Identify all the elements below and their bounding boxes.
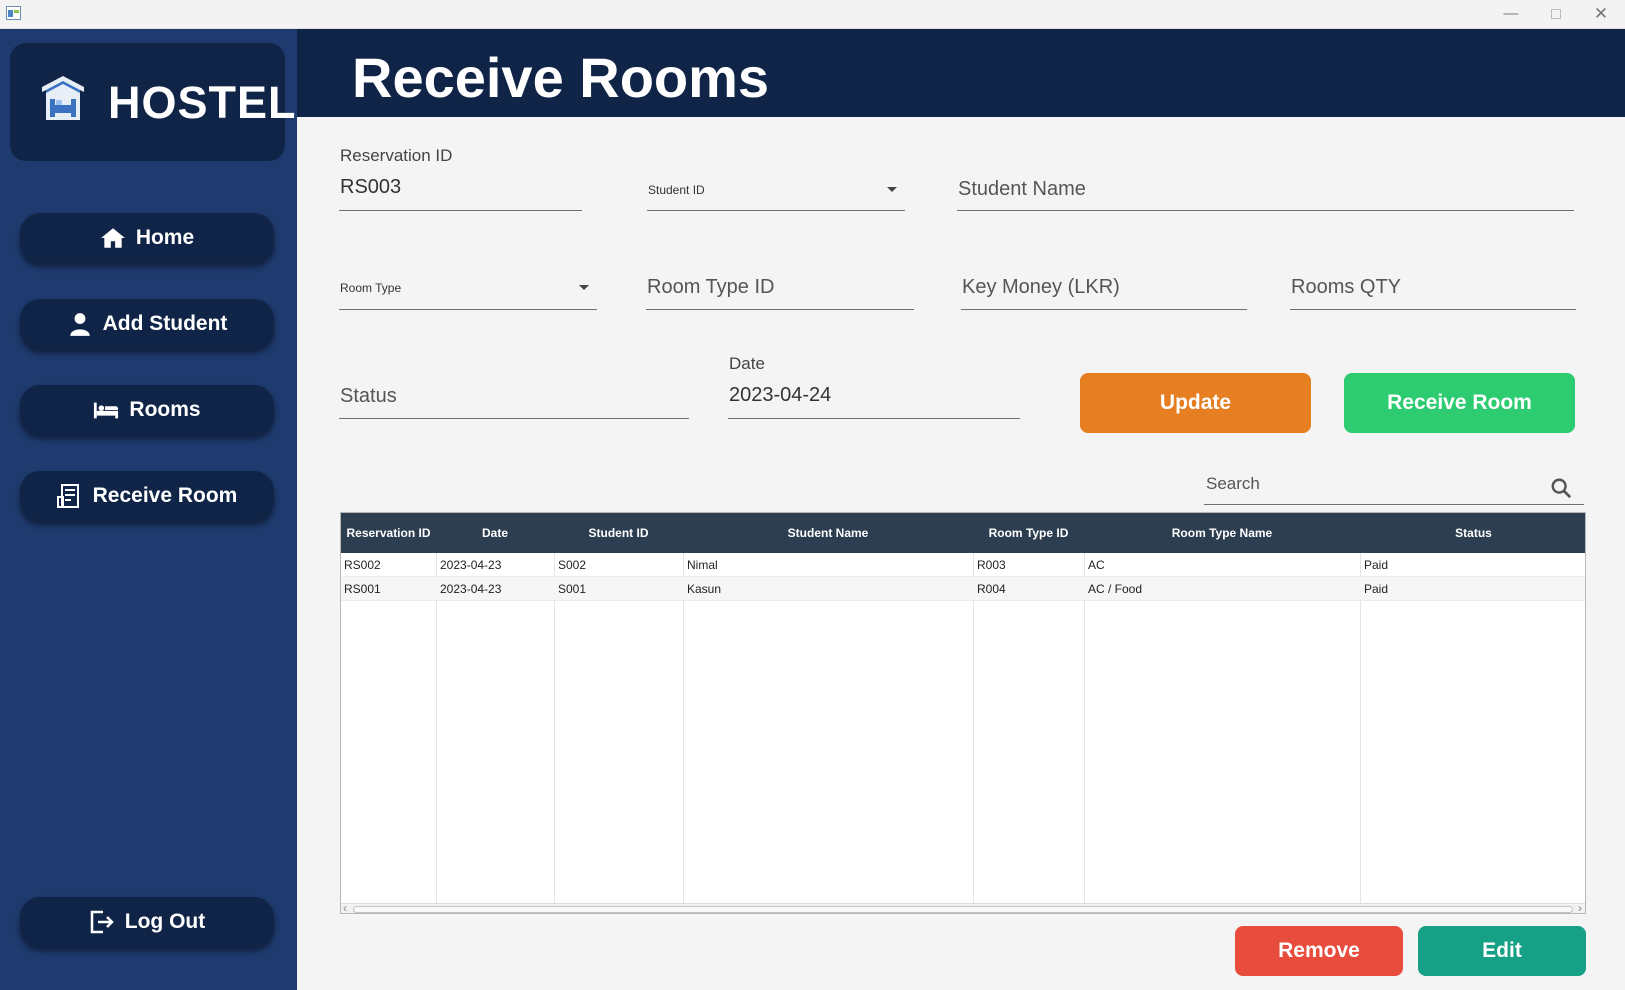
student-name-field[interactable]: Student Name — [957, 168, 1574, 211]
student-name-placeholder: Student Name — [958, 178, 1086, 200]
update-button[interactable]: Update — [1080, 373, 1311, 433]
logout-label: Log Out — [124, 910, 206, 933]
table-cell: AC / Food — [1088, 582, 1143, 596]
column-divider — [436, 553, 437, 903]
column-header[interactable]: Student Name — [683, 513, 973, 553]
room-type-select[interactable]: Room Type — [339, 268, 597, 310]
table-cell: Kasun — [687, 582, 722, 596]
reservation-id-field[interactable]: Reservation ID RS003 — [339, 145, 582, 211]
window-titlebar: — ✕ — [0, 0, 1625, 29]
logout-button[interactable]: Log Out — [20, 897, 274, 947]
close-button[interactable]: ✕ — [1578, 2, 1624, 26]
date-label: Date — [729, 354, 765, 373]
table-cell: AC — [1088, 558, 1105, 572]
search-icon[interactable] — [1550, 477, 1572, 499]
column-header[interactable]: Status — [1360, 513, 1585, 553]
logo: HOSTEL — [10, 43, 296, 161]
column-header[interactable]: Room Type Name — [1084, 513, 1360, 553]
reservation-id-label: Reservation ID — [340, 146, 453, 165]
maximize-button[interactable] — [1533, 2, 1579, 26]
column-divider — [973, 553, 974, 903]
key-money-field[interactable]: Key Money (LKR) — [961, 266, 1247, 310]
reservations-table[interactable]: Reservation ID Date Student ID Student N… — [340, 512, 1586, 914]
column-header[interactable]: Date — [436, 513, 554, 553]
scrollbar-thumb[interactable] — [353, 906, 1573, 913]
logo-text: HOSTEL — [108, 77, 297, 128]
room-type-id-placeholder: Room Type ID — [647, 276, 775, 298]
student-id-select[interactable]: Student ID — [647, 170, 905, 211]
table-cell: RS002 — [344, 558, 381, 572]
column-header[interactable]: Room Type ID — [973, 513, 1084, 553]
table-header: Reservation ID Date Student ID Student N… — [341, 513, 1585, 553]
table-cell: S002 — [558, 558, 587, 572]
column-divider — [1084, 553, 1085, 903]
column-header[interactable]: Reservation ID — [341, 513, 436, 553]
table-cell: 2023-04-23 — [440, 558, 502, 572]
sidebar-item-rooms[interactable]: Rooms — [20, 385, 274, 435]
table-cell: R003 — [977, 558, 1006, 572]
sidebar-item-label: Receive Room — [92, 484, 238, 507]
sidebar-item-label: Rooms — [129, 398, 201, 421]
edit-button[interactable]: Edit — [1418, 926, 1586, 976]
maximize-icon — [1551, 9, 1561, 19]
table-row[interactable]: RS001 2023-04-23 S001 Kasun R004 AC / Fo… — [341, 577, 1585, 601]
chevron-down-icon — [579, 285, 589, 290]
date-value: 2023-04-24 — [729, 384, 832, 406]
sidebar-item-label: Home — [135, 226, 195, 249]
column-divider — [1360, 553, 1361, 903]
status-field[interactable]: Status — [339, 373, 689, 419]
user-icon — [69, 313, 90, 336]
sidebar: HOSTEL Home Add Student Rooms Receive Ro… — [0, 29, 297, 990]
reservation-id-value: RS003 — [340, 176, 402, 198]
table-cell: S001 — [558, 582, 587, 596]
hostel-building-icon — [42, 76, 84, 120]
search-placeholder: Search — [1206, 474, 1260, 493]
table-cell: R004 — [977, 582, 1006, 596]
home-icon — [100, 228, 125, 248]
table-row[interactable]: RS002 2023-04-23 S002 Nimal R003 AC Paid — [341, 553, 1585, 577]
table-cell: Paid — [1364, 558, 1389, 572]
key-money-placeholder: Key Money (LKR) — [962, 276, 1120, 298]
status-placeholder: Status — [340, 385, 397, 407]
table-cell: Paid — [1364, 582, 1389, 596]
receive-room-button[interactable]: Receive Room — [1344, 373, 1575, 433]
table-cell: RS001 — [344, 582, 381, 596]
app-icon — [6, 6, 21, 20]
table-cell: Nimal — [687, 558, 718, 572]
column-header[interactable]: Student ID — [554, 513, 683, 553]
room-type-id-field[interactable]: Room Type ID — [646, 266, 914, 310]
scroll-left-icon[interactable]: ‹ — [343, 901, 347, 913]
column-divider — [554, 553, 555, 903]
room-type-placeholder: Room Type — [340, 281, 402, 295]
minimize-button[interactable]: — — [1488, 2, 1534, 26]
chevron-down-icon — [887, 187, 897, 192]
sidebar-item-home[interactable]: Home — [20, 213, 274, 263]
page-header: Receive Rooms — [297, 29, 1625, 117]
rooms-qty-placeholder: Rooms QTY — [1291, 276, 1402, 298]
rooms-qty-field[interactable]: Rooms QTY — [1290, 266, 1576, 310]
student-id-placeholder: Student ID — [648, 183, 705, 197]
page-title: Receive Rooms — [352, 46, 770, 109]
horizontal-scrollbar[interactable]: ‹ › — [341, 901, 1585, 913]
remove-button[interactable]: Remove — [1235, 926, 1403, 976]
logout-icon — [90, 910, 114, 934]
receipt-icon — [56, 484, 79, 508]
date-field[interactable]: Date 2023-04-24 — [728, 352, 1020, 419]
sidebar-item-receive-room[interactable]: Receive Room — [20, 471, 274, 521]
search-input[interactable]: Search — [1204, 465, 1584, 505]
sidebar-item-add-student[interactable]: Add Student — [20, 299, 274, 349]
sidebar-item-label: Add Student — [102, 312, 228, 335]
scroll-right-icon[interactable]: › — [1578, 901, 1582, 913]
bed-icon — [94, 402, 119, 419]
table-cell: 2023-04-23 — [440, 582, 502, 596]
column-divider — [683, 553, 684, 903]
